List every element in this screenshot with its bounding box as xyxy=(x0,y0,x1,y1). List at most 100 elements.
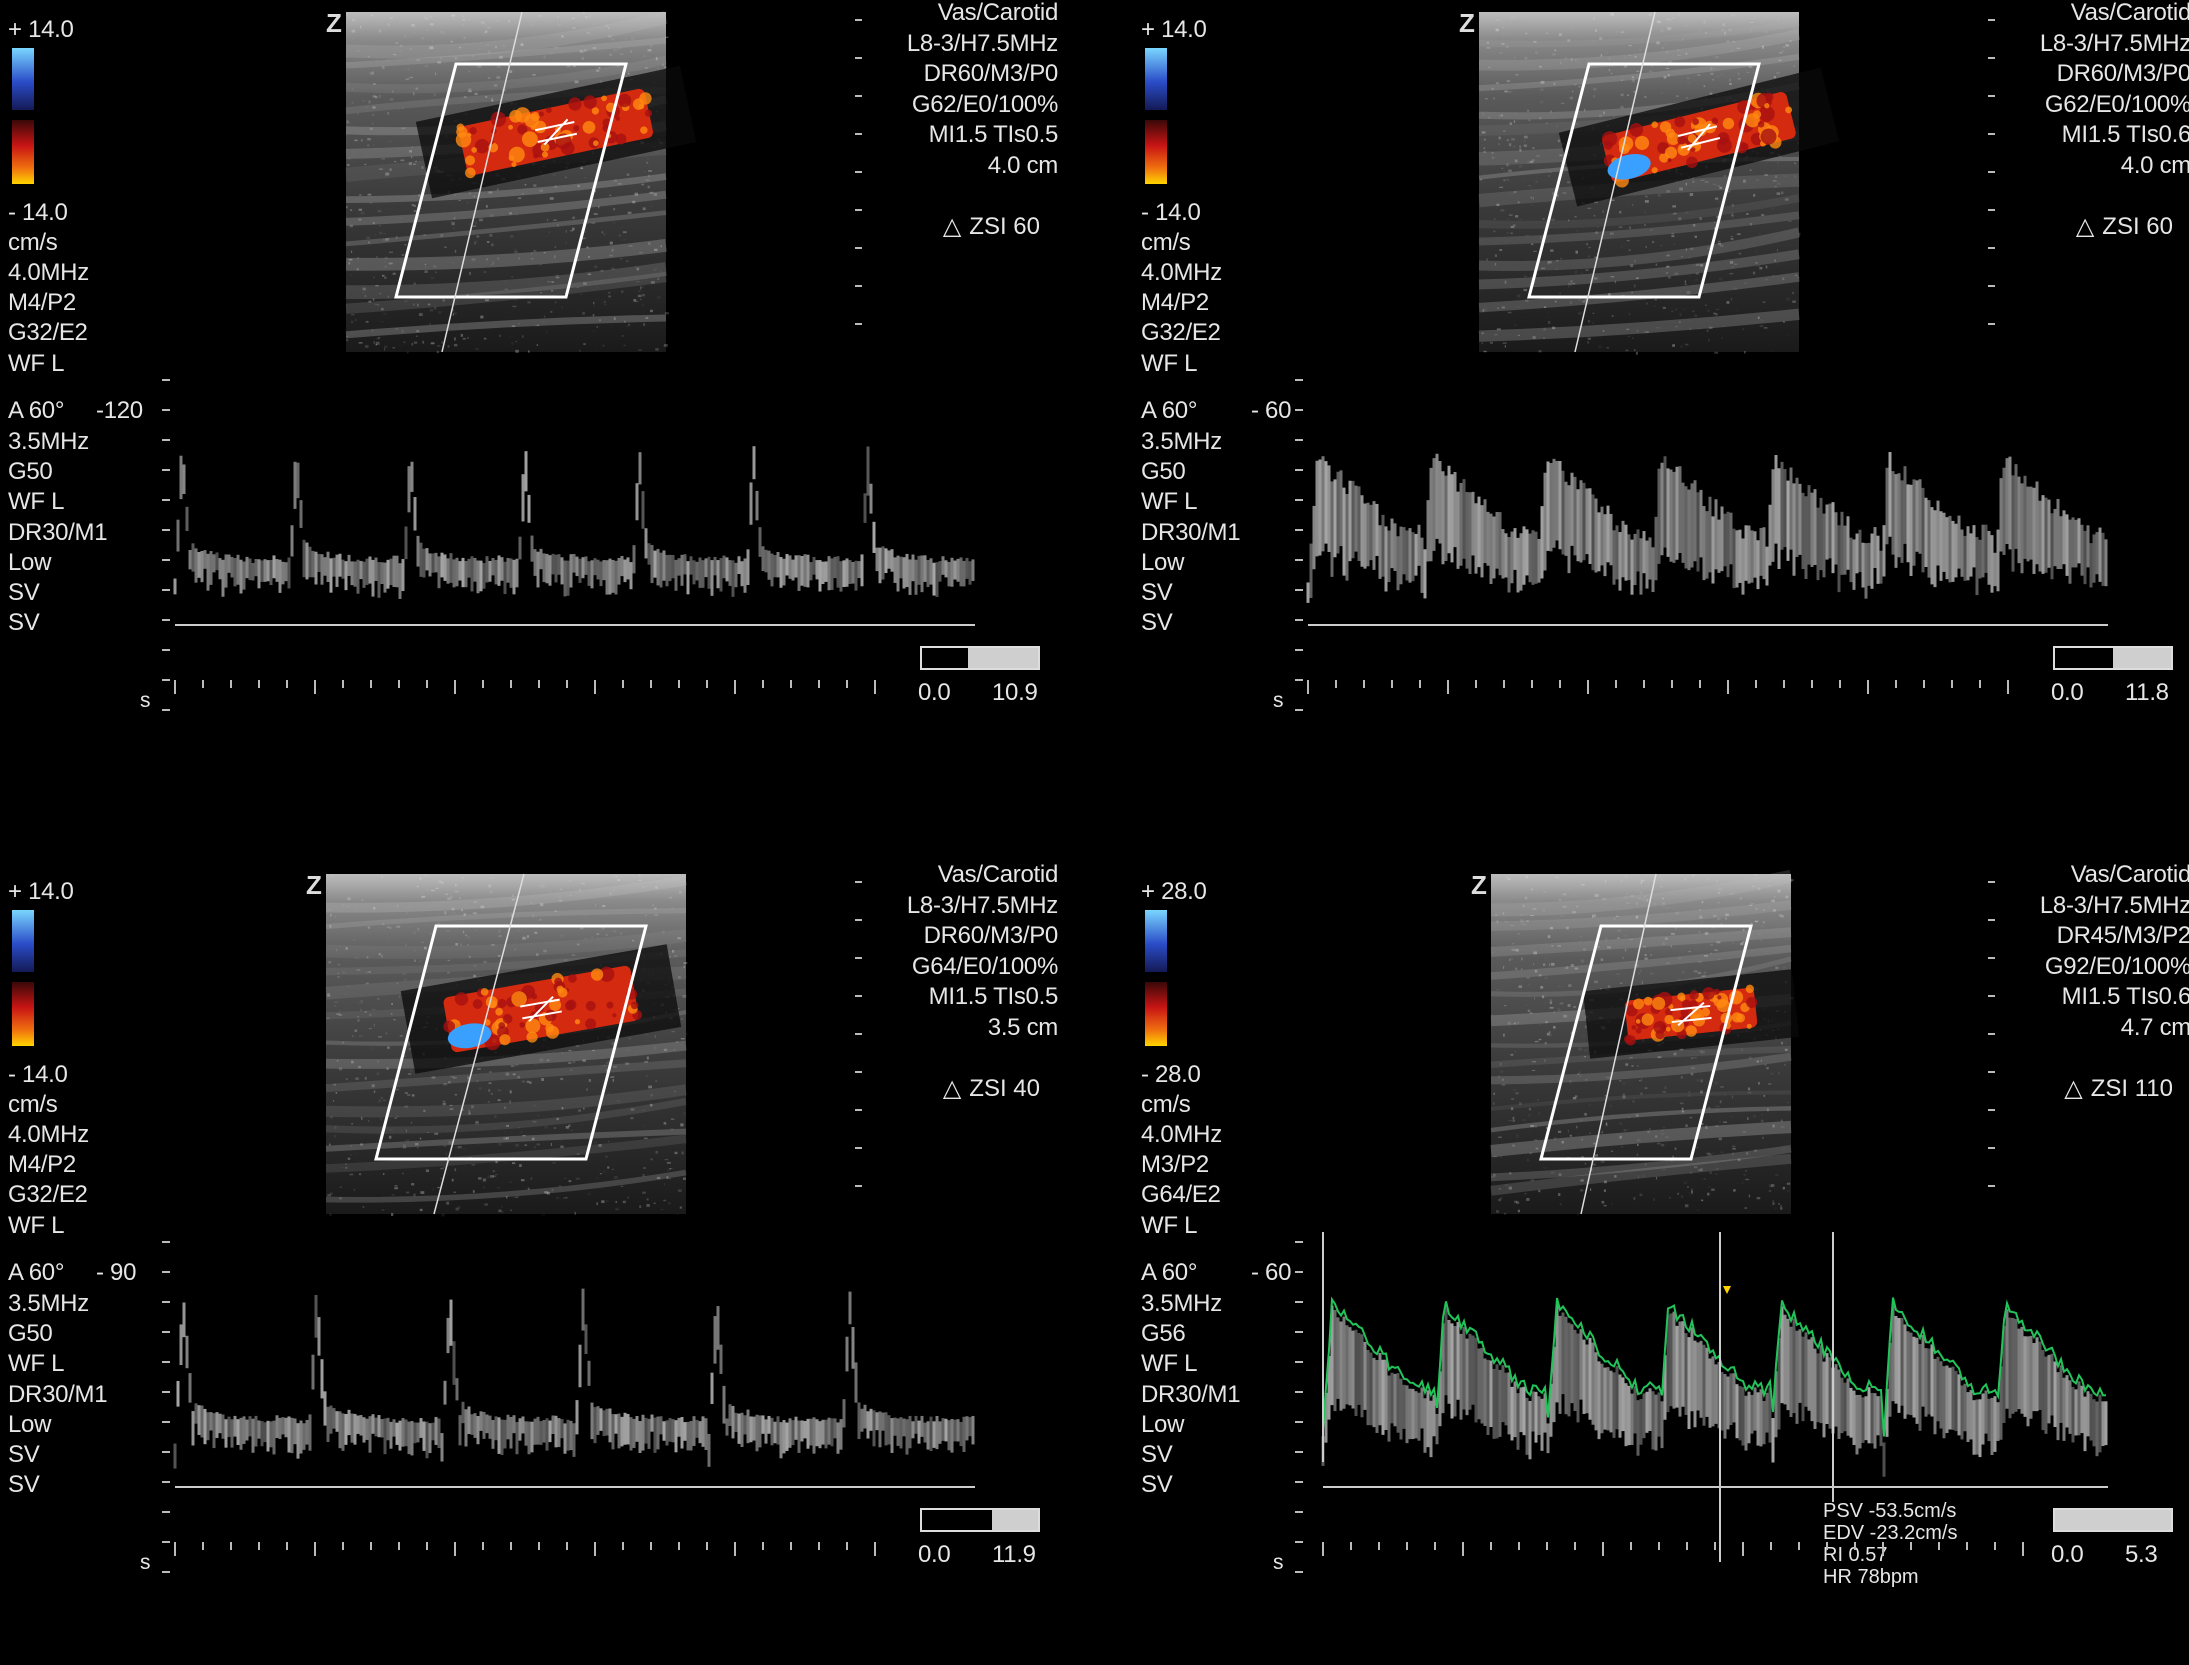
speckle xyxy=(593,213,598,215)
speckle xyxy=(443,1083,448,1086)
speckle xyxy=(348,262,351,265)
speckle xyxy=(1746,212,1749,215)
speckle xyxy=(1549,928,1554,930)
speckle xyxy=(342,903,346,906)
speckle xyxy=(394,1185,398,1187)
speckle xyxy=(609,194,612,196)
speckle xyxy=(574,17,576,19)
speckle xyxy=(489,233,493,237)
speckle xyxy=(1696,1209,1700,1211)
speckle xyxy=(1666,51,1669,54)
speckle xyxy=(1721,1070,1723,1073)
speckle xyxy=(1503,1212,1507,1215)
speckle xyxy=(383,347,386,351)
speckle xyxy=(683,962,688,965)
speckle xyxy=(607,1092,611,1095)
speckle xyxy=(1556,260,1559,262)
speckle xyxy=(1757,265,1761,268)
speckle xyxy=(584,230,586,233)
speckle xyxy=(368,241,370,244)
speckle xyxy=(454,1094,457,1096)
speckle xyxy=(1515,1092,1519,1095)
speckle xyxy=(411,146,413,149)
speckle xyxy=(603,1064,606,1068)
speckle xyxy=(1572,283,1576,285)
speckle xyxy=(1496,203,1500,207)
speckle xyxy=(1501,1084,1506,1086)
speckle xyxy=(350,209,353,211)
speckle xyxy=(1481,332,1484,335)
speckle xyxy=(345,947,348,950)
speckle xyxy=(434,93,436,97)
speckle xyxy=(1654,305,1656,307)
speckle xyxy=(530,1177,533,1180)
speckle xyxy=(384,1010,386,1013)
speckle xyxy=(471,258,476,261)
speckle xyxy=(1515,74,1519,76)
speckle xyxy=(1498,1136,1502,1139)
speckle xyxy=(1520,919,1524,923)
speckle xyxy=(407,1073,412,1075)
speckle xyxy=(1706,329,1709,332)
probe-orientation-logo: Z xyxy=(306,870,322,900)
speckle xyxy=(351,18,356,22)
speckle xyxy=(1642,945,1647,948)
speckle xyxy=(1767,13,1769,17)
speckle xyxy=(1507,334,1511,336)
speckle xyxy=(1529,1012,1533,1014)
speckle xyxy=(1677,1192,1680,1195)
speckle xyxy=(1531,876,1534,878)
speckle xyxy=(474,221,478,225)
speckle xyxy=(1705,1125,1708,1129)
speckle xyxy=(1491,1176,1495,1178)
speckle xyxy=(1657,1153,1660,1155)
speckle xyxy=(407,68,410,70)
speckle xyxy=(1584,108,1586,112)
speckle xyxy=(556,1117,559,1121)
speckle xyxy=(1516,1134,1519,1138)
speckle xyxy=(1522,923,1527,926)
speckle xyxy=(445,1152,448,1156)
speckle xyxy=(1624,875,1628,878)
speckle xyxy=(1534,1040,1539,1043)
speckle xyxy=(508,1181,512,1183)
speckle xyxy=(509,336,513,337)
speckle xyxy=(1756,250,1758,253)
speckle xyxy=(1531,888,1534,891)
speckle xyxy=(636,267,640,271)
speckle xyxy=(535,324,538,327)
speckle xyxy=(1506,232,1510,234)
speckle xyxy=(1517,933,1520,935)
speckle xyxy=(1653,902,1656,905)
speckle xyxy=(1733,287,1738,291)
speckle xyxy=(551,1188,554,1192)
speckle xyxy=(1647,260,1649,261)
speckle xyxy=(1785,44,1789,47)
speckle xyxy=(378,952,381,956)
speckle xyxy=(1540,986,1544,989)
speckle xyxy=(1728,28,1732,32)
speckle xyxy=(352,153,353,155)
speckle xyxy=(1610,237,1612,238)
speckle xyxy=(1776,182,1781,185)
speckle xyxy=(520,193,523,195)
speckle xyxy=(419,161,421,163)
speckle xyxy=(1765,278,1768,281)
speckle xyxy=(333,1083,337,1086)
speckle xyxy=(1760,1119,1764,1123)
speckle xyxy=(1741,1048,1743,1051)
speckle xyxy=(392,20,395,22)
speckle xyxy=(453,1076,457,1079)
speckle xyxy=(534,1146,536,1149)
speckle xyxy=(372,114,375,116)
speckle xyxy=(1610,276,1615,278)
speckle xyxy=(329,1192,333,1195)
speckle xyxy=(1500,1062,1502,1066)
speckle xyxy=(613,49,618,52)
speckle xyxy=(1583,948,1586,951)
speckle xyxy=(1526,1198,1530,1201)
speckle xyxy=(386,202,389,203)
speckle xyxy=(1674,1147,1677,1150)
speckle xyxy=(1665,272,1669,274)
speckle xyxy=(664,1190,667,1191)
